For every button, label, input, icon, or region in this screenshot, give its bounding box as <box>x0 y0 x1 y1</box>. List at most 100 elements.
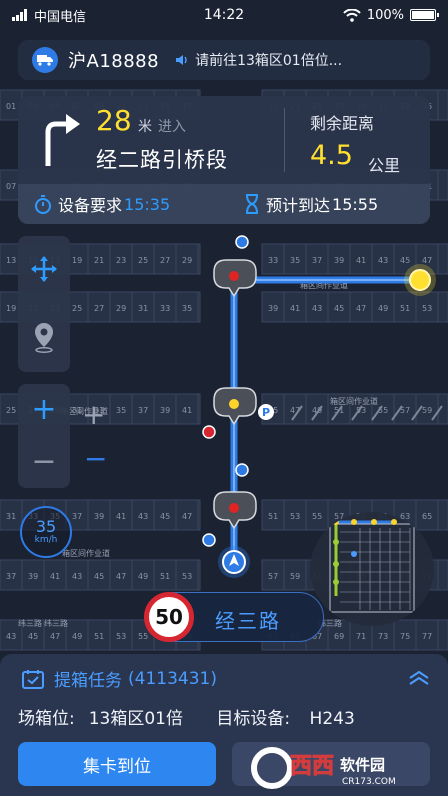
bay-number: 31 <box>6 512 16 521</box>
zone-label: 纬三路 <box>44 618 68 628</box>
watermark-logo: 西西 软件园 CR173.COM <box>251 747 396 789</box>
truck-info-bar[interactable]: 沪A18888 请前往13箱区01倍位... <box>18 40 430 80</box>
bay-number: 37 <box>72 512 82 521</box>
bay-number: 37 <box>138 406 148 415</box>
bay-number: 55 <box>312 512 322 521</box>
bay-number: 51 <box>160 572 170 581</box>
bay-number: 25 <box>6 406 16 415</box>
bay-number: 53 <box>422 304 432 313</box>
navigation-screen: 0103050709111315172123252729313335070911… <box>0 0 448 796</box>
bay-number: 39 <box>268 304 278 313</box>
bay-number: 77 <box>422 632 432 641</box>
bay-number: 13 <box>6 256 16 265</box>
speaker-icon[interactable] <box>175 53 189 67</box>
zoom-out-secondary-button[interactable]: − <box>84 442 107 475</box>
bay-number: 25 <box>138 256 148 265</box>
bay-number: 53 <box>290 512 300 521</box>
bay-number: 59 <box>422 406 432 415</box>
zone-label: 纬三路 <box>18 618 42 628</box>
map-pin-blue-icon <box>235 235 249 249</box>
bay-number: 47 <box>182 512 192 521</box>
bay-number: 39 <box>334 256 344 265</box>
bay-number: 59 <box>290 572 300 581</box>
estimated-arrival-label: 预计到达 <box>266 196 331 215</box>
turn-action: 进入 <box>158 119 186 135</box>
map-control-panel <box>18 236 70 372</box>
bay-number: 45 <box>334 304 344 313</box>
bay-number: 01 <box>6 102 16 111</box>
bay-number: 35 <box>290 256 300 265</box>
location-pin-icon[interactable] <box>32 321 56 353</box>
vehicle-position-icon <box>218 546 250 578</box>
zoom-out-button[interactable]: − <box>31 447 56 477</box>
map-pin-red-icon <box>202 425 216 439</box>
estimated-arrival: 预计到达 15:55 <box>244 192 378 216</box>
bay-number: 39 <box>94 512 104 521</box>
remaining-distance-value: 4.5 <box>310 140 353 171</box>
zoom-control-panel: + − <box>18 384 70 488</box>
turn-right-icon <box>45 114 80 166</box>
battery-icon <box>410 9 439 21</box>
bay-number: 31 <box>138 304 148 313</box>
svg-text:软件园: 软件园 <box>340 756 385 774</box>
zoom-in-button[interactable]: + <box>31 395 56 425</box>
bay-number: 35 <box>116 406 126 415</box>
bay-number: 41 <box>290 304 300 313</box>
bay-number: 33 <box>268 256 278 265</box>
truck-icon <box>32 47 58 73</box>
bay-number: 51 <box>94 632 104 641</box>
bay-number: 49 <box>138 572 148 581</box>
chevron-up-icon[interactable] <box>408 670 430 686</box>
turn-distance-unit: 米 <box>138 119 152 135</box>
pan-move-icon[interactable] <box>30 255 58 283</box>
bay-number: 45 <box>28 632 38 641</box>
bay-number: 43 <box>6 632 16 641</box>
bay-number: 43 <box>72 572 82 581</box>
arrive-button[interactable]: 集卡到位 <box>18 742 216 786</box>
current-road-name: 经三路 <box>215 609 281 633</box>
bay-number: 43 <box>138 512 148 521</box>
bay-number: 43 <box>312 304 322 313</box>
bay-number: 45 <box>160 512 170 521</box>
voice-instruction: 请前往13箱区01倍位... <box>195 53 343 69</box>
device-value: H243 <box>309 709 355 729</box>
bay-number: 41 <box>182 406 192 415</box>
remaining-distance-unit: 公里 <box>368 156 401 175</box>
device-label: 目标设备: <box>216 709 291 729</box>
device-requirement-time: 15:35 <box>124 194 171 214</box>
svg-text:P: P <box>262 406 270 419</box>
estimated-arrival-time: 15:55 <box>332 194 379 214</box>
task-header: 提箱任务 (4113431) <box>22 666 217 691</box>
svg-text:西西: 西西 <box>290 754 334 779</box>
speed-limit-sign: 50 <box>144 592 194 642</box>
bay-number: 41 <box>356 256 366 265</box>
remaining-distance-label: 剩余距离 <box>310 114 375 133</box>
license-plate: 沪A18888 <box>68 51 160 72</box>
overview-minimap[interactable] <box>310 512 434 626</box>
bay-number: 27 <box>94 304 104 313</box>
task-code: (4113431) <box>128 668 217 689</box>
bay-number: 47 <box>356 304 366 313</box>
bay-number: 19 <box>6 304 16 313</box>
zoom-in-secondary-button[interactable]: + <box>82 398 105 431</box>
device-requirement: 设备要求 15:35 <box>34 192 170 216</box>
task-title: 提箱任务 <box>54 671 122 691</box>
bay-number: 41 <box>116 512 126 521</box>
bay-number: 49 <box>378 304 388 313</box>
zone-label: 箱区间作业道 <box>330 396 378 406</box>
bay-number: 21 <box>94 256 104 265</box>
bay-number: 19 <box>72 256 82 265</box>
bay-number: 33 <box>160 304 170 313</box>
speed-limit-value: 50 <box>155 605 183 629</box>
bay-number: 47 <box>116 572 126 581</box>
bay-number: 39 <box>160 406 170 415</box>
hourglass-icon <box>246 194 258 214</box>
next-road-name: 经二路引桥段 <box>96 148 228 172</box>
current-speed: 35 <box>35 517 57 536</box>
bay-number: 71 <box>356 632 366 641</box>
slot-value: 13箱区01倍 <box>88 709 183 729</box>
bay-number: 37 <box>6 572 16 581</box>
navigation-card: 28 米 进入 经二路引桥段 剩余距离 4.5 公里 设备要求 15:35 预计… <box>18 96 430 224</box>
clock: 14:22 <box>203 7 245 23</box>
bay-number: 53 <box>182 572 192 581</box>
